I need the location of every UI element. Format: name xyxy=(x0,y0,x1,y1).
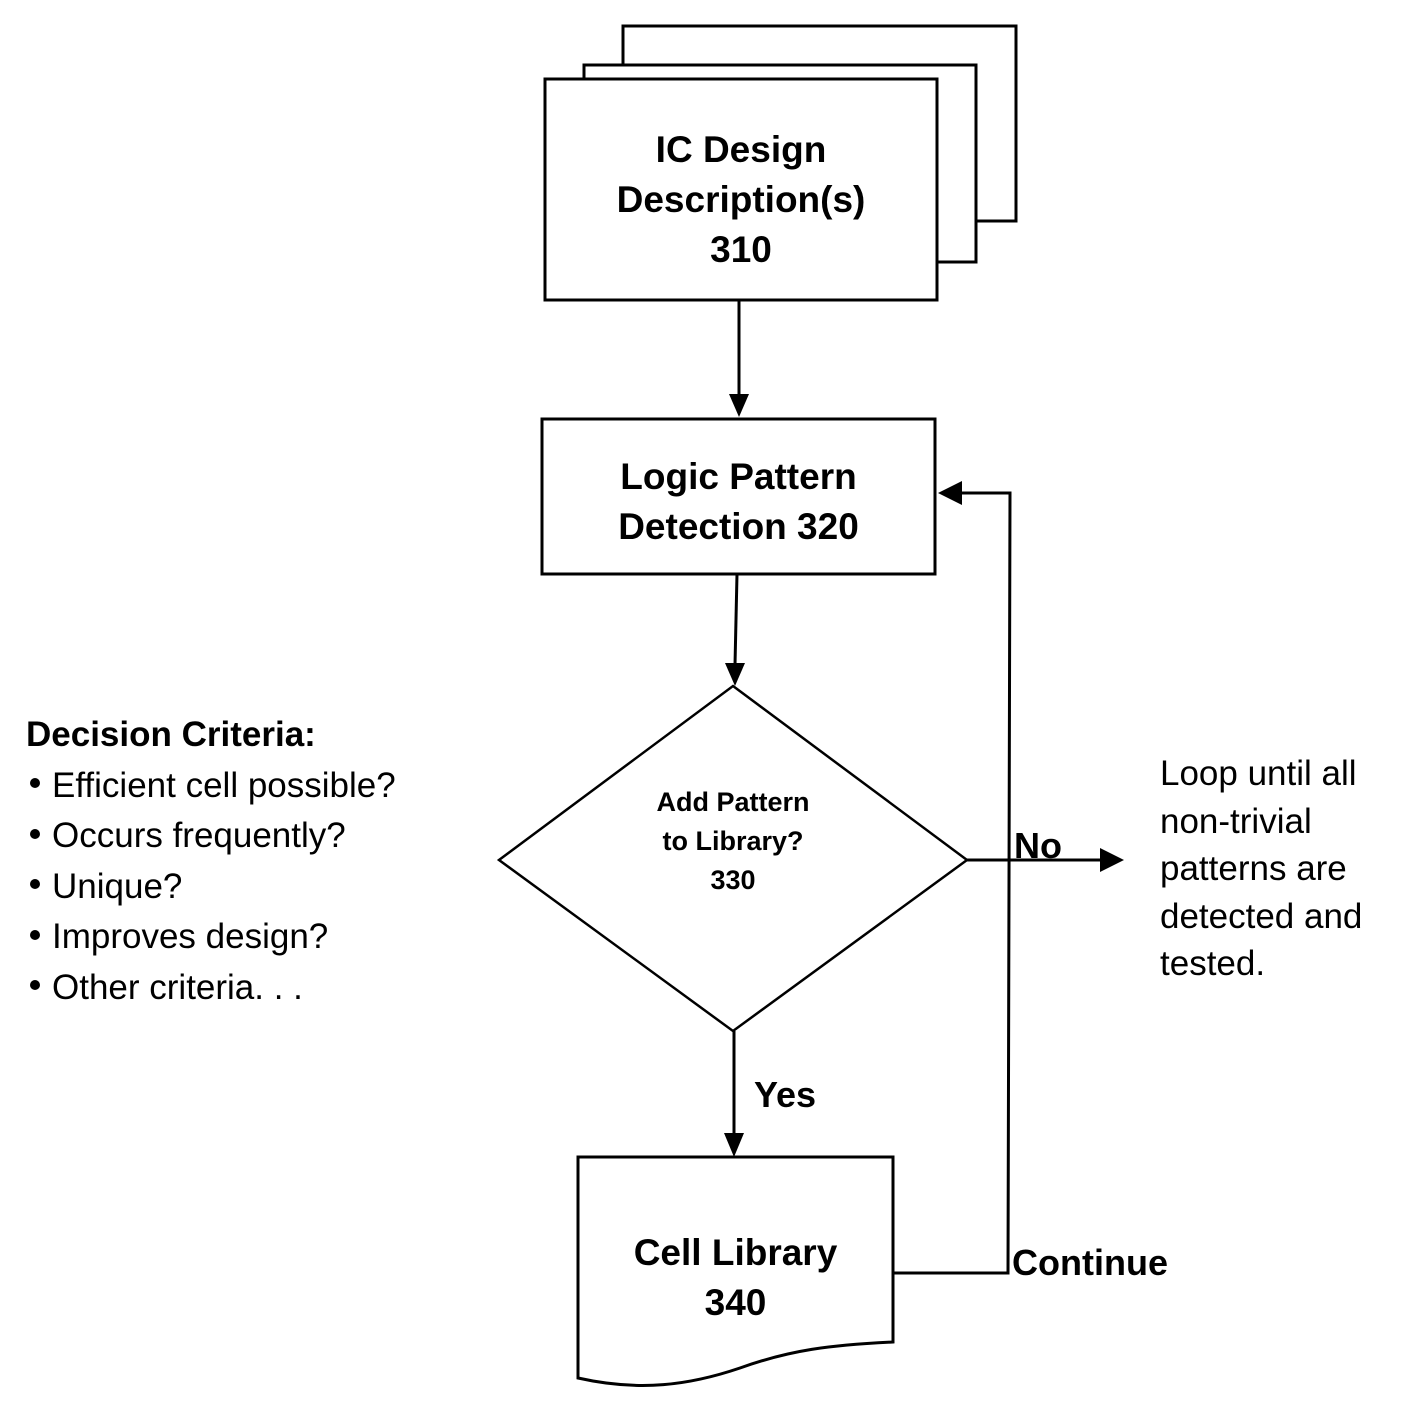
criteria-item: Improves design? xyxy=(26,912,396,963)
criteria-item-text: Unique? xyxy=(52,866,183,906)
arrowhead-continue-loop xyxy=(938,481,962,505)
cell-library-line-1: Cell Library xyxy=(633,1232,838,1273)
detection-line-2: Detection 320 xyxy=(618,506,859,547)
cell-library-number: 340 xyxy=(704,1282,767,1323)
continue-label: Continue xyxy=(1012,1242,1168,1283)
criteria-item-text: Efficient cell possible? xyxy=(52,765,396,805)
loop-note: Loop until all non-trivial patterns are … xyxy=(1160,750,1362,988)
decision-line-2: to Library? xyxy=(662,826,804,856)
criteria-item-text: Other criteria. . . xyxy=(52,967,303,1007)
loop-note-line: non-trivial xyxy=(1160,801,1312,841)
decision-line-1: Add Pattern xyxy=(656,787,810,817)
bullet-icon xyxy=(30,778,40,789)
ic-design-description-label: IC Design Description(s) 310 xyxy=(545,125,937,275)
yes-branch-label: Yes xyxy=(754,1074,817,1115)
bullet-icon xyxy=(30,980,40,991)
loop-note-line: Loop until all xyxy=(1160,754,1357,793)
arrow-detection-to-decision xyxy=(733,573,739,666)
loop-note-line: patterns are xyxy=(1160,849,1347,888)
ic-design-number: 310 xyxy=(710,229,772,270)
arrowhead-detection-to-decision xyxy=(725,663,745,686)
ic-design-line-1: IC Design xyxy=(655,129,827,170)
criteria-item-text: Improves design? xyxy=(52,917,329,956)
arrowhead-yes-branch xyxy=(724,1133,744,1157)
ic-design-line-2: Description(s) xyxy=(616,179,866,220)
criteria-item: Efficient cell possible? xyxy=(26,761,396,812)
criteria-item-text: Occurs frequently? xyxy=(52,816,346,855)
loop-note-line: tested. xyxy=(1160,944,1266,983)
loop-note-line: detected and xyxy=(1160,896,1363,936)
bullet-icon xyxy=(30,929,40,940)
logic-pattern-detection-label: Logic Pattern Detection 320 xyxy=(542,452,935,552)
criteria-item: Occurs frequently? xyxy=(26,811,396,862)
cell-library-label: Cell Library 340 xyxy=(578,1228,893,1328)
arrowhead-no-branch xyxy=(1100,848,1124,872)
decision-criteria-title: Decision Criteria: xyxy=(26,715,316,754)
criteria-item: Other criteria. . . xyxy=(26,963,396,1014)
decision-number: 330 xyxy=(710,865,756,895)
bullet-icon xyxy=(30,828,40,839)
criteria-item: Unique? xyxy=(26,862,396,913)
bullet-icon xyxy=(30,879,40,890)
detection-line-1: Logic Pattern xyxy=(620,456,857,497)
arrowhead-design-to-detection xyxy=(729,394,749,417)
decision-label: Add Pattern to Library? 330 xyxy=(583,783,883,900)
no-branch-label: No xyxy=(1014,825,1062,866)
decision-criteria-list: Decision Criteria: Efficient cell possib… xyxy=(26,710,396,1013)
